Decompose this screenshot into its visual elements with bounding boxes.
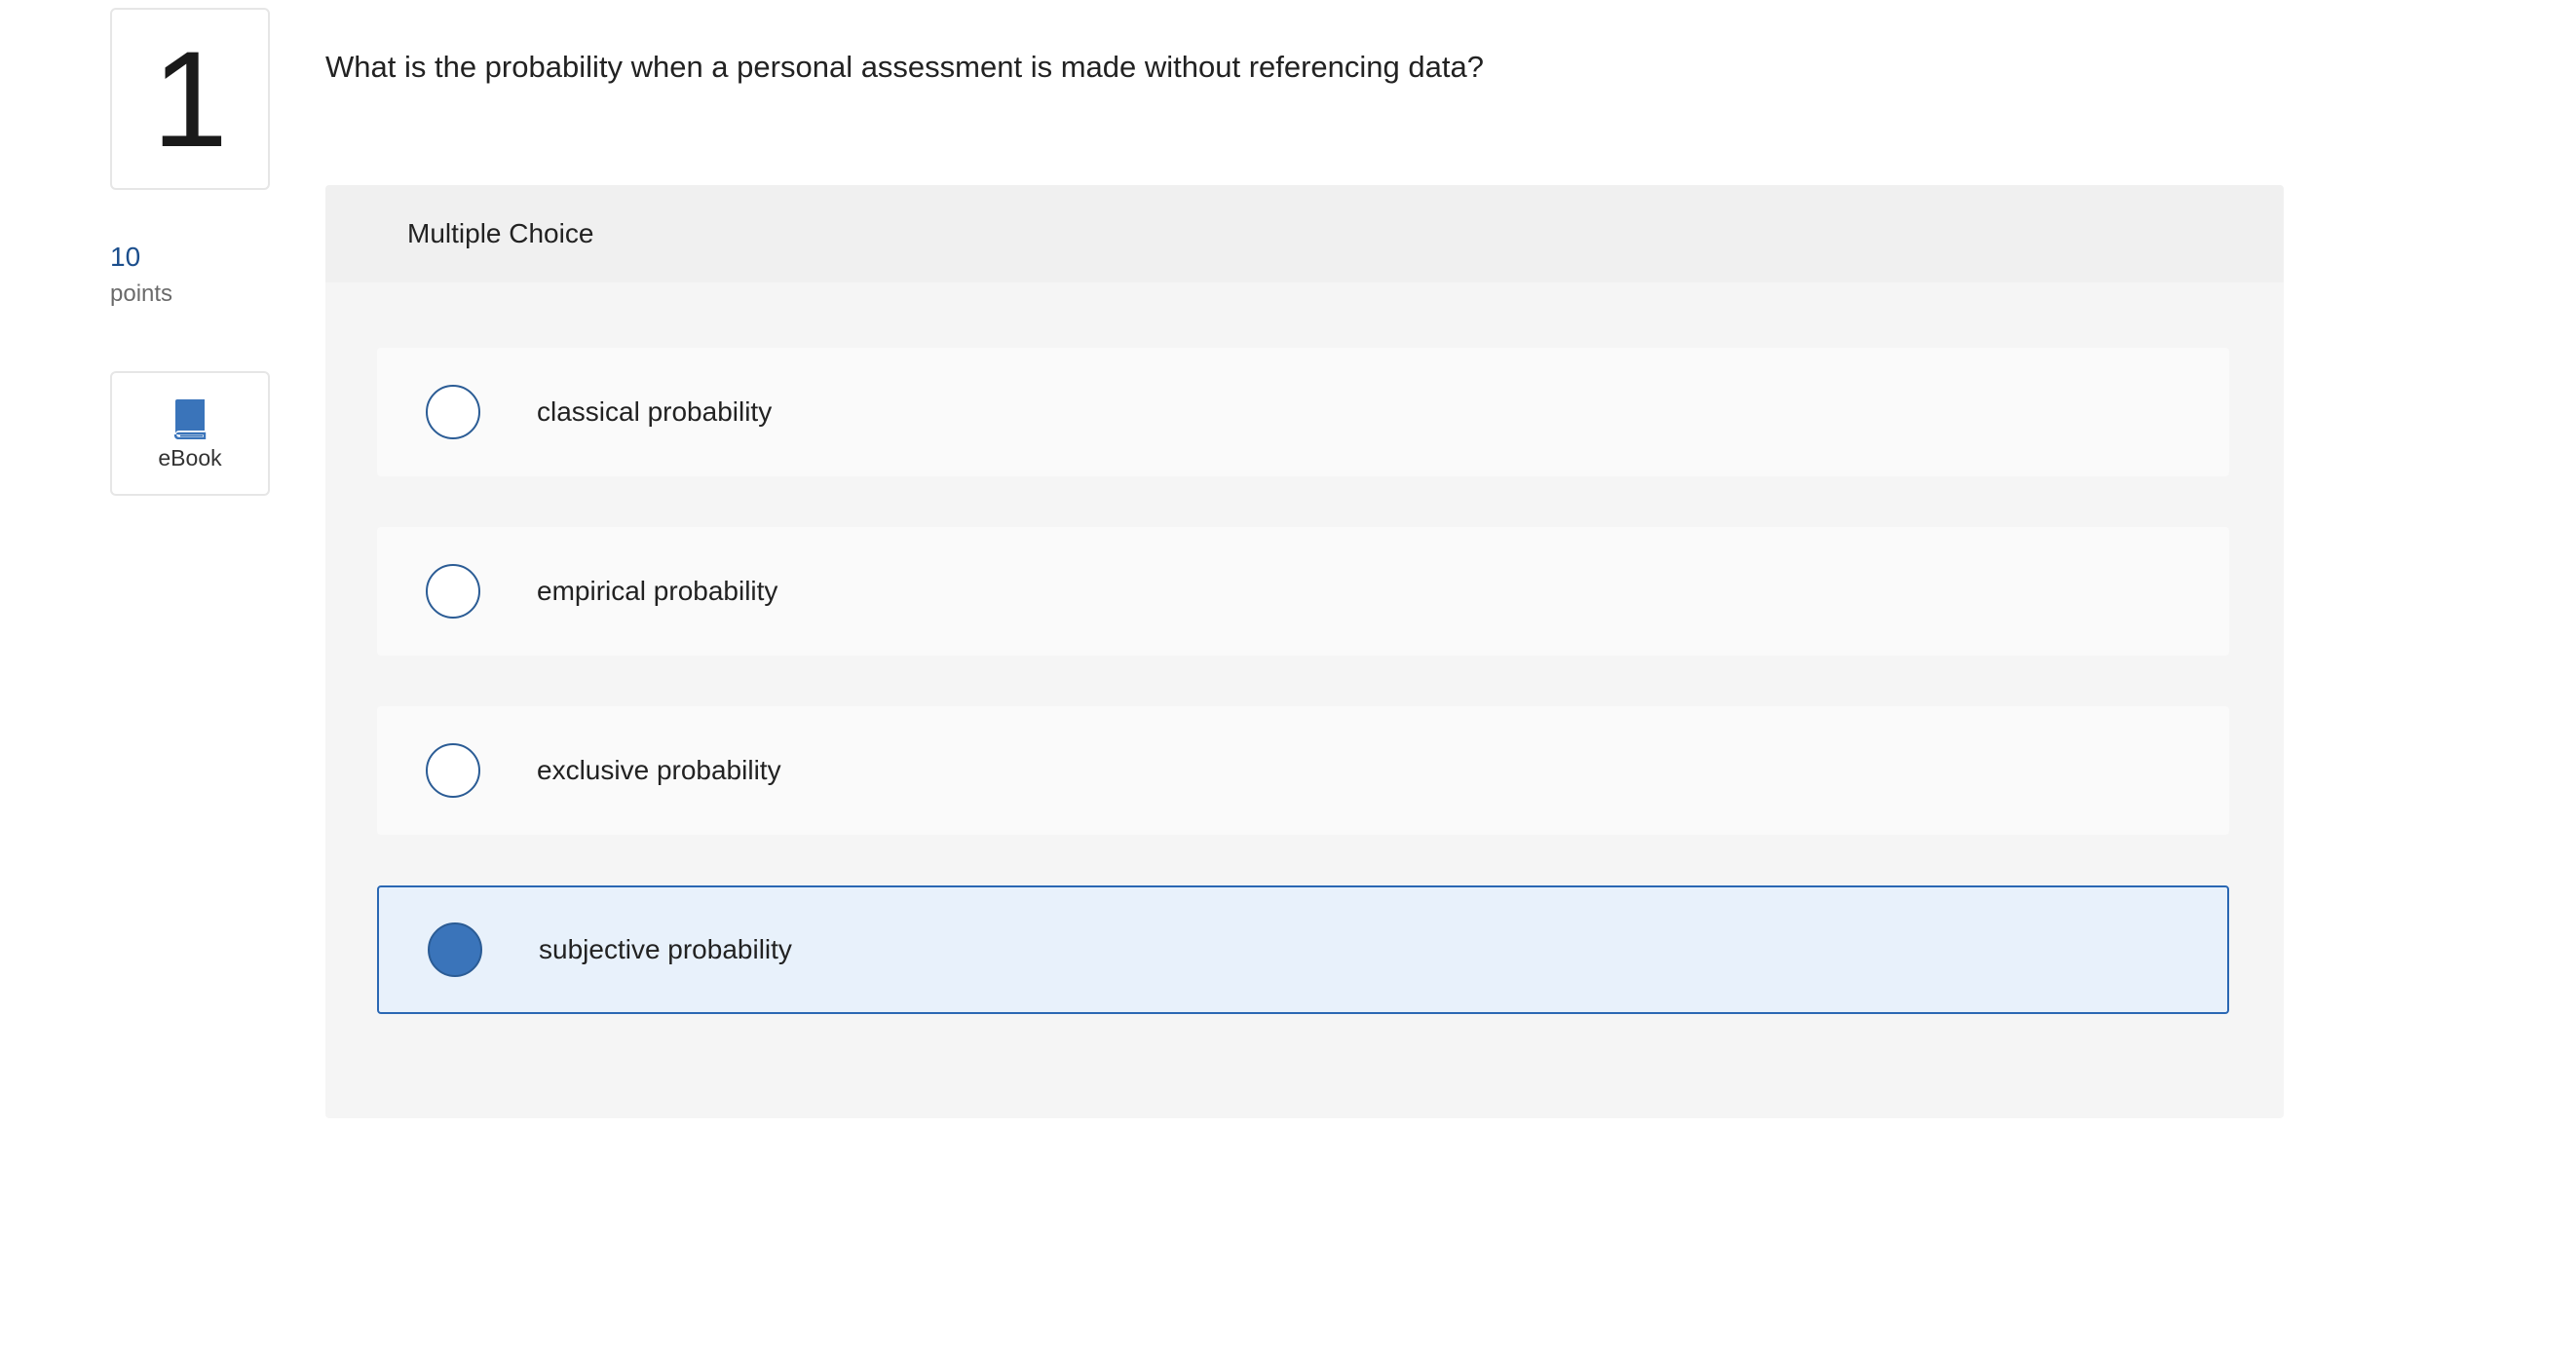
radio-button[interactable] — [426, 743, 480, 798]
points-info: 10 points — [110, 244, 172, 306]
multiple-choice-panel: Multiple Choice classical probability em… — [325, 185, 2284, 1118]
radio-button-selected[interactable] — [428, 922, 482, 977]
choice-label: subjective probability — [539, 934, 792, 964]
choice-option-classical[interactable]: classical probability — [377, 348, 2229, 476]
choice-option-subjective[interactable]: subjective probability — [377, 885, 2229, 1014]
points-label: points — [110, 281, 173, 307]
question-type-header: Multiple Choice — [325, 185, 2284, 282]
choice-label: classical probability — [537, 396, 773, 427]
ebook-label: eBook — [158, 444, 222, 470]
ebook-button[interactable]: eBook — [110, 371, 270, 496]
points-value: 10 — [110, 242, 141, 272]
choice-label: exclusive probability — [537, 755, 781, 785]
choice-option-empirical[interactable]: empirical probability — [377, 527, 2229, 656]
question-text: What is the probability when a personal … — [325, 50, 1484, 84]
radio-button[interactable] — [426, 385, 480, 439]
question-number: 1 — [110, 8, 270, 190]
choice-option-exclusive[interactable]: exclusive probability — [377, 706, 2229, 835]
radio-button[interactable] — [426, 564, 480, 619]
choice-label: empirical probability — [537, 576, 778, 606]
book-icon — [171, 398, 208, 439]
question-page: 1 10 points eBook What is the probabilit… — [0, 0, 2576, 1354]
